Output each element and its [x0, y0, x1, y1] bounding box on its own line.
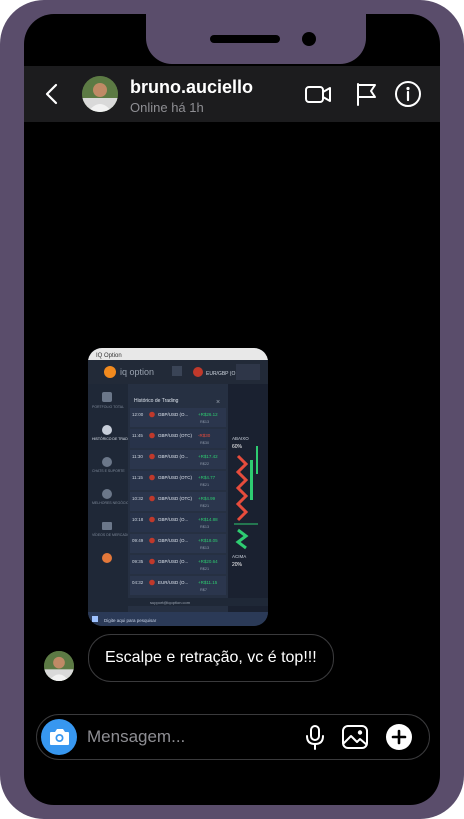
gallery-button[interactable] — [341, 723, 369, 751]
video-call-button[interactable] — [304, 80, 332, 108]
flag-icon — [149, 474, 155, 481]
flag-icon — [149, 495, 155, 502]
info-button[interactable] — [394, 80, 422, 108]
photo-trade-sub: R$21 — [200, 483, 209, 487]
photo-trade-pair: GBP/USD (O... — [158, 517, 188, 522]
photo-trade-row: 09:49 GBP/USD (O... +R$18.05 R$13 — [130, 534, 226, 553]
report-button[interactable] — [352, 80, 380, 108]
photo-trade-time: 11:45 — [132, 433, 143, 438]
photo-trade-amount: +R$14.88 — [198, 517, 218, 522]
message-composer — [36, 714, 430, 760]
message-bubble[interactable]: Escalpe e retração, vc é top!!! — [88, 634, 334, 682]
sender-avatar[interactable] — [44, 651, 74, 681]
photo-app-title: IQ Option — [96, 353, 122, 359]
photo-trade-sub: R$13 — [200, 546, 209, 550]
photo-trade-pair: GBP/USD (OTC) — [158, 433, 193, 438]
photo-sidebar-item: PORTFOLIO TOTAL — [92, 405, 124, 409]
photo-trade-time: 12:00 — [132, 412, 144, 417]
photo-trade-row: 09:35 GBP/USD (O... +R$20.64 R$21 — [130, 555, 226, 574]
photo-footer-search: Digite aqui para pesquisar — [104, 618, 157, 623]
photo-trade-amount: -R$30 — [198, 433, 211, 438]
photo-pair-tab: EUR/GBP (O — [206, 371, 235, 377]
photo-trade-time: 04:32 — [132, 580, 144, 585]
more-options-button[interactable] — [385, 723, 413, 751]
camera-button[interactable] — [41, 719, 77, 755]
photo-trade-pair: GBP/USD (OTC) — [158, 475, 193, 480]
photo-acima-label: ACIMA — [232, 554, 246, 559]
photo-trade-amount: +R$18.05 — [198, 538, 218, 543]
photo-trade-row: 11:15 GBP/USD (OTC) +R$4.77 R$21 — [130, 471, 226, 490]
photo-trade-pair: GBP/USD (O... — [158, 538, 188, 543]
photo-trade-time: 11:30 — [132, 454, 143, 459]
photo-trade-pair: GBP/USD (OTC) — [158, 496, 193, 501]
photo-trade-row: 04:32 EUR/USD (O... +R$11.15 R$7 — [130, 576, 226, 595]
photo-trade-row: 12:00 GBP/USD (O... +R$26.12 R$13 — [130, 408, 226, 427]
photo-trade-row: 10:32 GBP/USD (OTC) +R$4.99 R$21 — [130, 492, 226, 511]
photo-trade-sub: R$22 — [200, 462, 209, 466]
photo-trade-row: 11:30 GBP/USD (O... +R$17.42 R$22 — [130, 450, 226, 469]
photo-trade-row: 11:45 GBP/USD (OTC) -R$30 R$30 — [130, 429, 226, 448]
speaker-grille — [210, 35, 280, 43]
photo-trade-sub: R$13 — [200, 420, 209, 424]
back-button[interactable] — [40, 82, 64, 106]
flag-icon — [149, 579, 155, 586]
photo-trade-sub: R$30 — [200, 441, 209, 445]
photo-trade-pair: EUR/USD (O... — [158, 580, 188, 585]
chat-screen: bruno.auciello Online há 1h IQ Option iq… — [24, 14, 440, 805]
photo-trade-pair: GBP/USD (O... — [158, 412, 188, 417]
photo-trade-sub: R$7 — [200, 588, 207, 592]
gallery-icon — [342, 725, 368, 749]
flag-icon — [149, 432, 155, 439]
message-input[interactable] — [87, 725, 287, 749]
photo-trade-time: 09:35 — [132, 559, 144, 564]
photo-sidebar-item: VÍDEOS DE MERCADO — [92, 533, 130, 537]
photo-trade-sub: R$13 — [200, 525, 209, 529]
plus-icon — [386, 724, 412, 750]
photo-sidebar-item: MELHORES NEGÓCIOS — [92, 500, 132, 505]
voice-message-button[interactable] — [301, 723, 329, 751]
flag-icon — [149, 453, 155, 460]
photo-trade-pair: GBP/USD (O... — [158, 454, 188, 459]
flag-icon — [149, 537, 155, 544]
photo-acima-pct: 20% — [232, 562, 243, 568]
flag-icon — [357, 83, 376, 106]
photo-sidebar-item: HISTÓRICO DE TRADING — [92, 436, 134, 441]
photo-trade-time: 11:15 — [132, 475, 143, 480]
phone-notch — [146, 14, 366, 64]
photo-trade-amount: +R$4.99 — [198, 496, 216, 501]
photo-support-email: support@iqoption.com — [150, 600, 191, 605]
photo-trade-sub: R$21 — [200, 504, 209, 508]
photo-trade-time: 10:18 — [132, 517, 144, 522]
flag-icon — [149, 411, 155, 418]
online-status: Online há 1h — [130, 100, 204, 115]
microphone-icon — [306, 725, 324, 750]
flag-icon — [149, 558, 155, 565]
back-arrow-icon — [45, 83, 58, 105]
contact-avatar[interactable] — [82, 76, 118, 112]
video-camera-icon — [305, 86, 331, 103]
photo-trade-row: 10:18 GBP/USD (O... +R$14.88 R$13 — [130, 513, 226, 532]
photo-abaixo-label: ABAIXO — [232, 436, 249, 441]
photo-trade-time: 09:49 — [132, 538, 144, 543]
photo-trade-amount: +R$4.77 — [198, 475, 216, 480]
photo-abaixo-pct: 60% — [232, 444, 243, 450]
chat-header: bruno.auciello Online há 1h — [24, 66, 440, 122]
info-icon — [395, 81, 421, 107]
photo-trade-time: 10:32 — [132, 496, 144, 501]
camera-icon — [50, 729, 69, 745]
photo-panel-title: Histórico de Trading — [134, 398, 179, 404]
photo-trade-sub: R$21 — [200, 567, 209, 571]
photo-trade-pair: GBP/USD (O... — [158, 559, 188, 564]
shared-photo-message[interactable]: IQ Option iq option EUR/GBP (O PORTFOLIO… — [88, 348, 268, 626]
svg-text:×: × — [216, 399, 220, 406]
contact-username[interactable]: bruno.auciello — [130, 77, 253, 98]
photo-trade-amount: +R$20.64 — [198, 559, 218, 564]
flag-icon — [149, 516, 155, 523]
front-camera — [302, 32, 316, 46]
photo-trade-amount: +R$26.12 — [198, 412, 218, 417]
photo-sidebar-item: CHATS E SUPORTE — [92, 469, 125, 473]
photo-trade-amount: +R$11.15 — [198, 580, 218, 585]
photo-trade-amount: +R$17.42 — [198, 454, 218, 459]
photo-brand: iq option — [120, 367, 154, 377]
